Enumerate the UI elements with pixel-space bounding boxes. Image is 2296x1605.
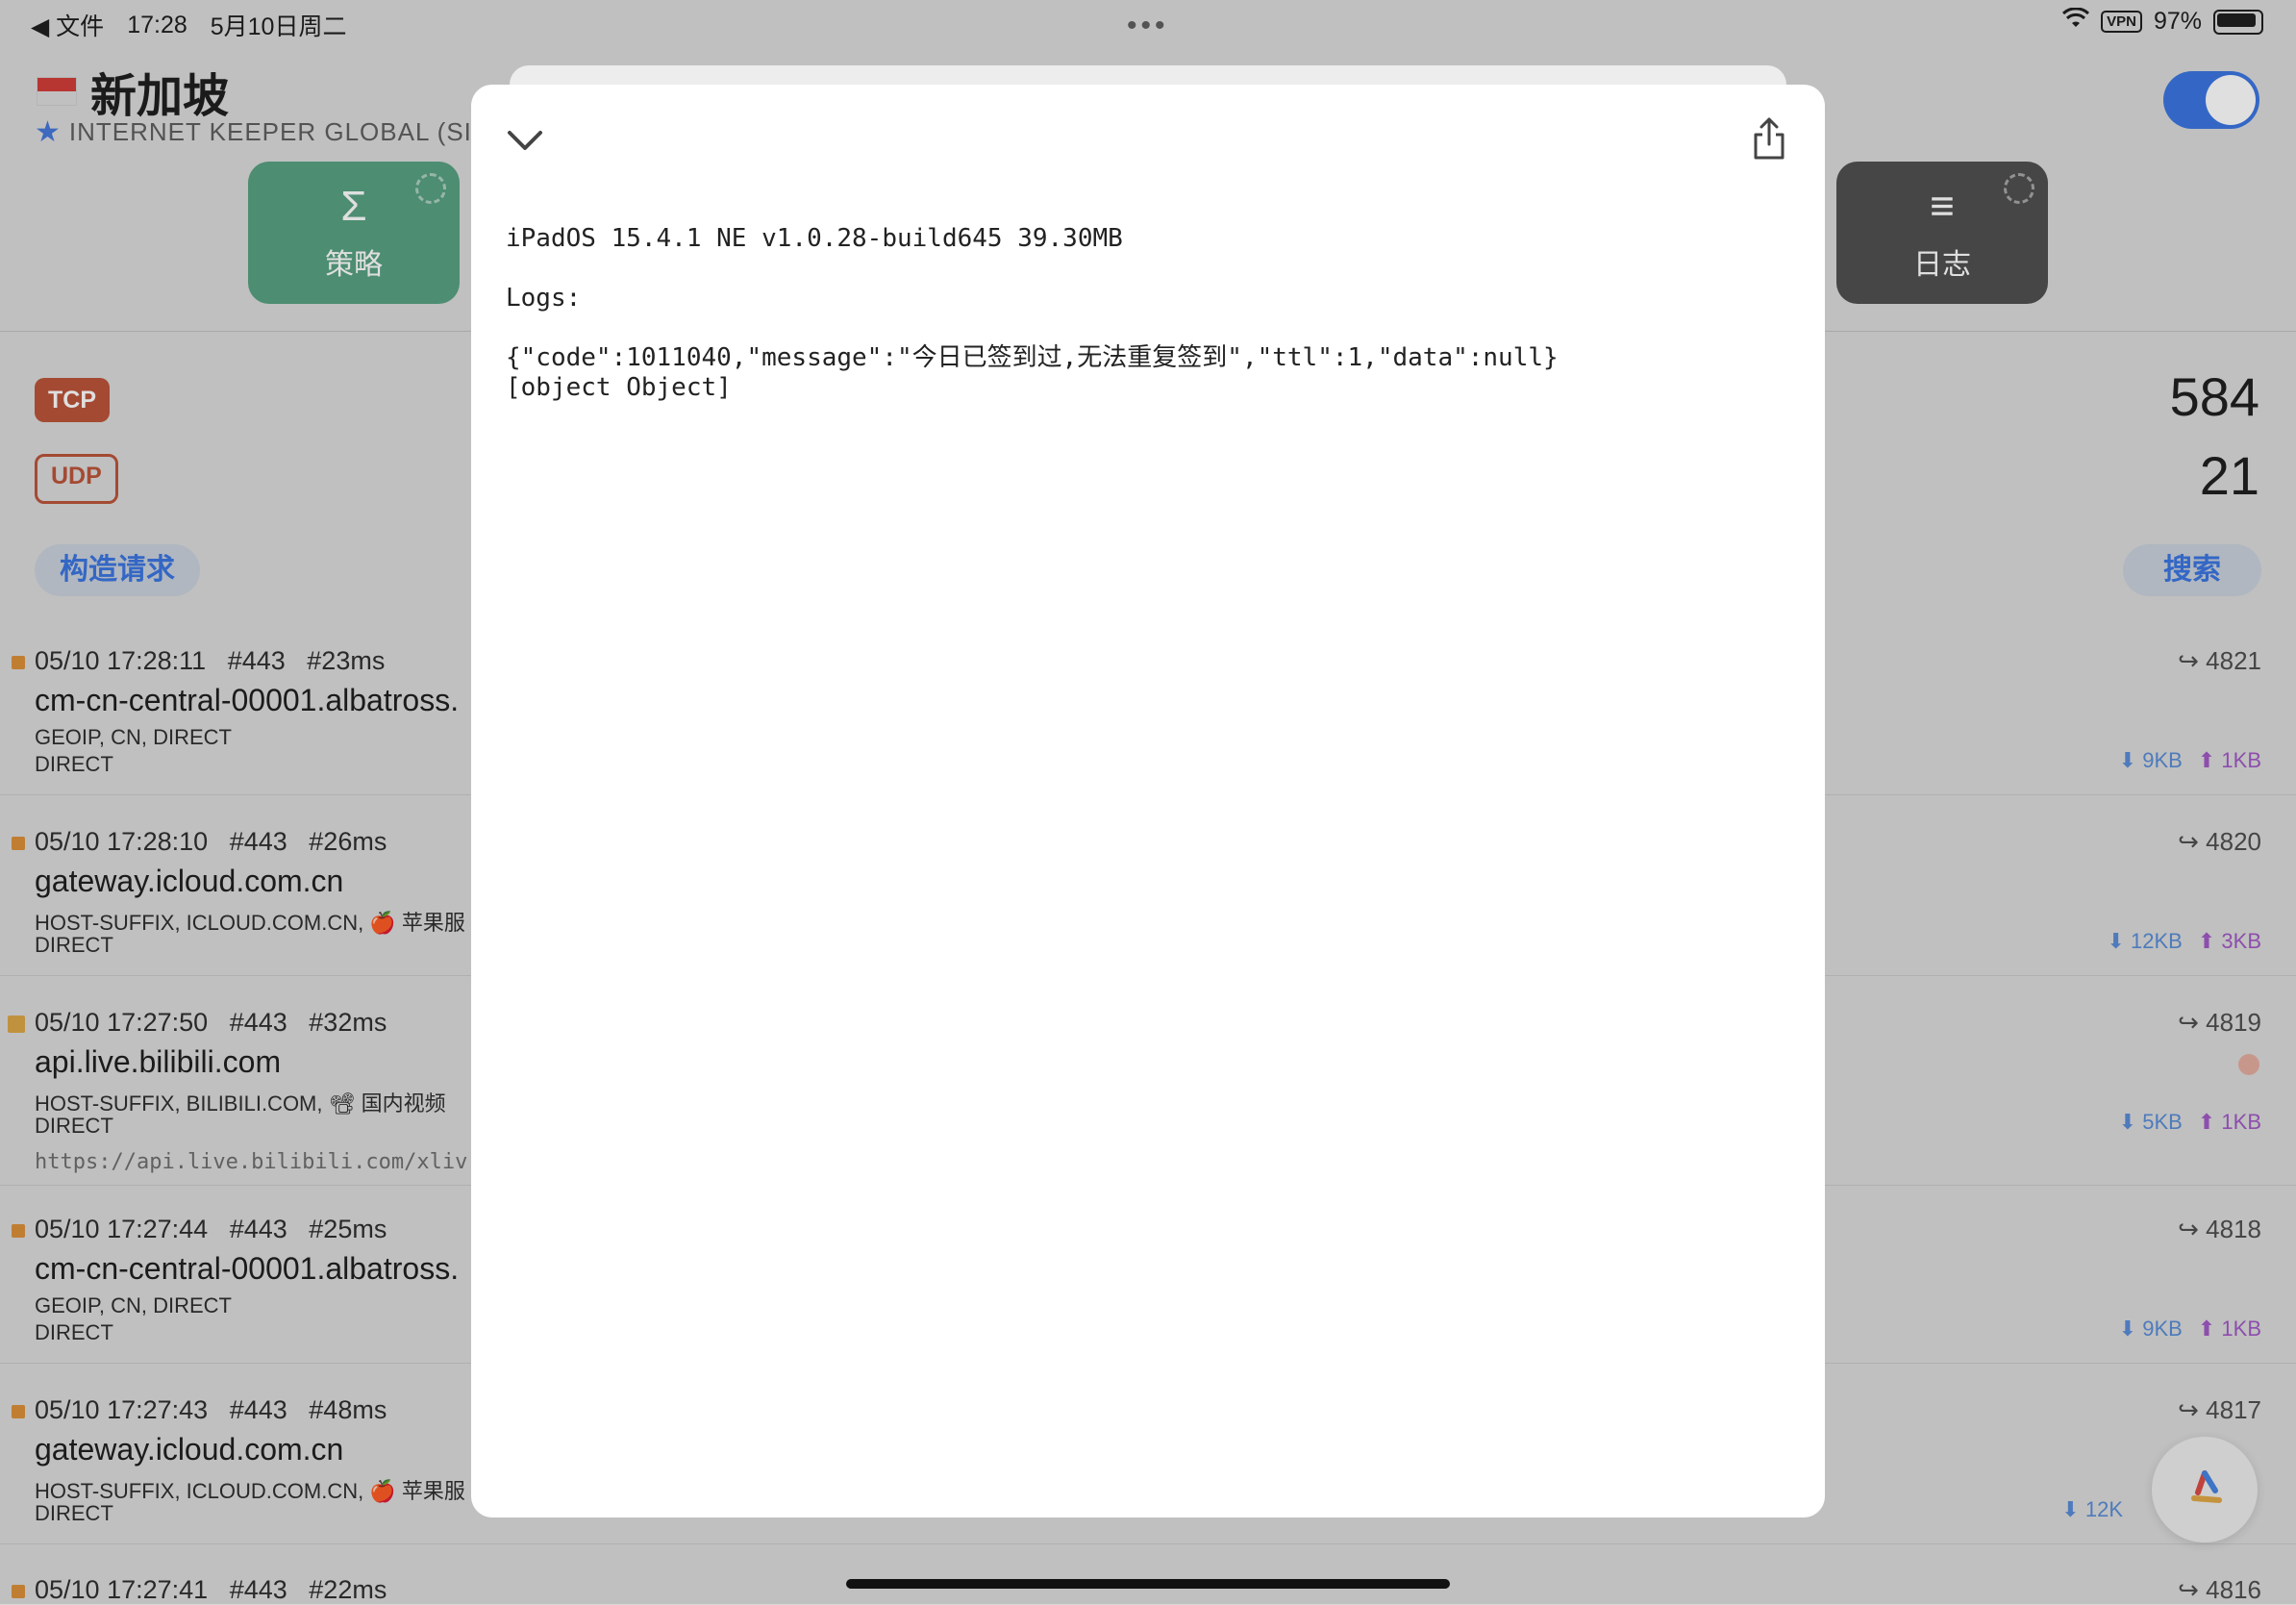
log-modal: iPadOS 15.4.1 NE v1.0.28-build645 39.30M… xyxy=(471,85,1825,1517)
log-text: iPadOS 15.4.1 NE v1.0.28-build645 39.30M… xyxy=(506,224,1559,402)
home-indicator[interactable] xyxy=(846,1579,1450,1589)
share-icon[interactable] xyxy=(1750,115,1788,162)
chevron-down-icon[interactable] xyxy=(506,121,544,160)
